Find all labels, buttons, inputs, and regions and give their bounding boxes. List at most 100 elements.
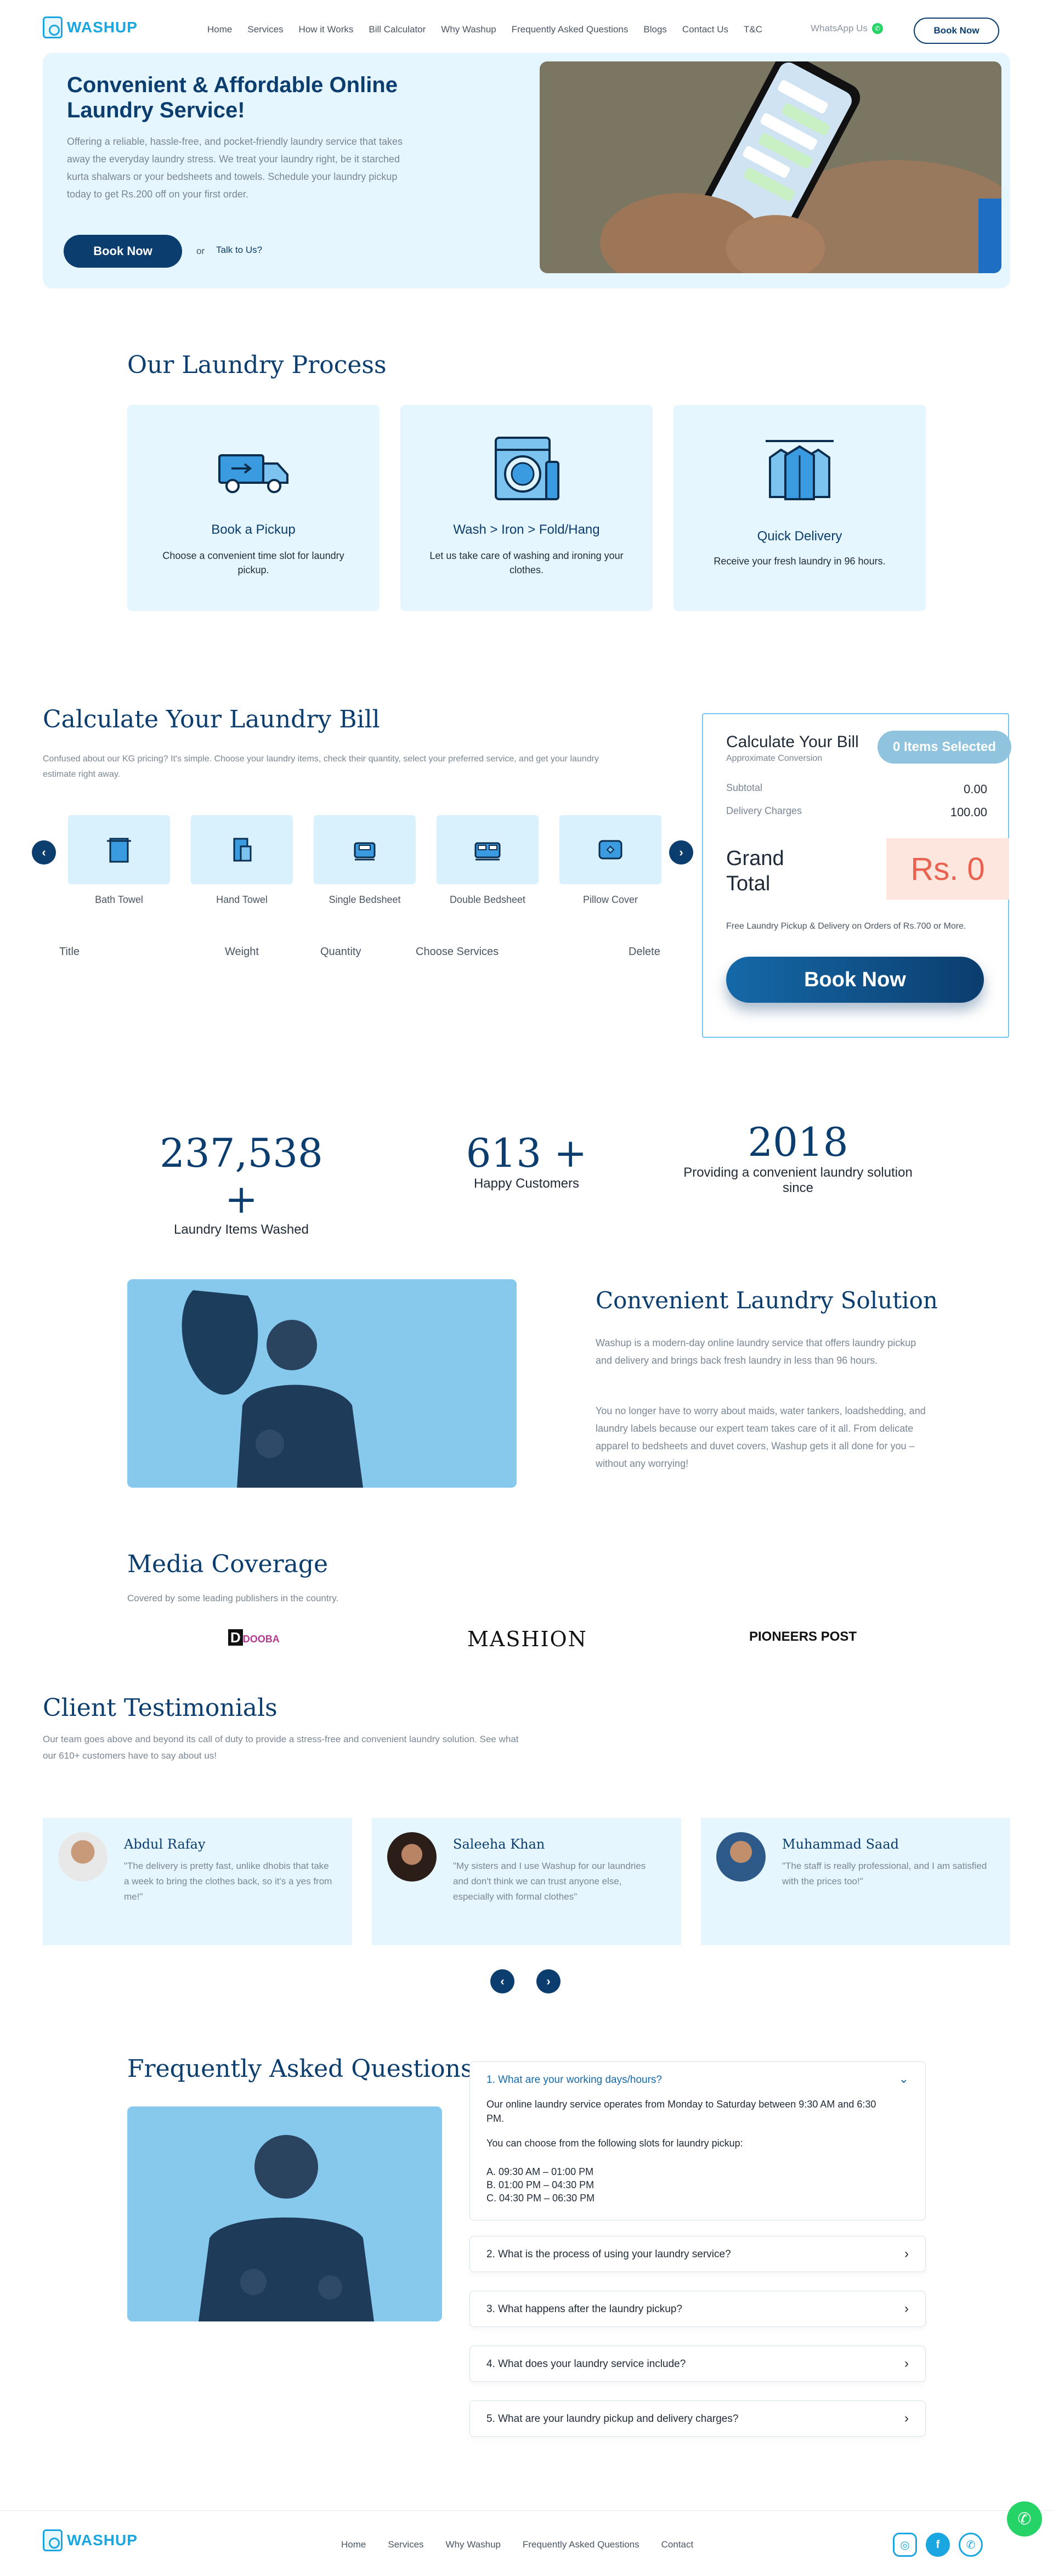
header-book-now-button[interactable]: Book Now <box>914 18 999 44</box>
footer-nav-contact[interactable]: Contact <box>661 2539 694 2550</box>
testimonial-quote: "My sisters and I use Washup for our lau… <box>453 1861 646 1902</box>
footer-logo[interactable]: WASHUP <box>43 2529 138 2551</box>
testimonial-quote: "The staff is really professional, and I… <box>782 1861 987 1886</box>
chevron-right-icon: › <box>904 2356 909 2371</box>
faq-item[interactable]: 5. What are your laundry pickup and deli… <box>469 2400 926 2437</box>
footer-nav-home[interactable]: Home <box>341 2539 366 2550</box>
nav-blogs[interactable]: Blogs <box>643 24 667 35</box>
testimonial-card: Saleeha Khan "My sisters and I use Washu… <box>372 1818 681 1945</box>
nav-home[interactable]: Home <box>207 24 232 35</box>
talk-to-us-link[interactable]: Talk to Us? <box>216 245 262 256</box>
avatar <box>387 1832 437 1882</box>
nav-why-washup[interactable]: Why Washup <box>441 24 496 35</box>
process-card-title: Quick Delivery <box>757 529 842 544</box>
faq-title: Frequently Asked Questions <box>127 2055 473 2083</box>
nav-faq[interactable]: Frequently Asked Questions <box>512 24 629 35</box>
stat-number: 613 + <box>466 1130 587 1176</box>
dooba-logo-text: DOOBA <box>242 1634 280 1645</box>
nav-tnc[interactable]: T&C <box>744 24 762 35</box>
avatar <box>58 1832 107 1882</box>
stat-label: Laundry Items Washed <box>174 1222 309 1237</box>
calc-item-pillow-cover[interactable]: Pillow Cover <box>559 815 661 906</box>
facebook-icon[interactable]: f <box>926 2533 950 2557</box>
faq-question: 5. What are your laundry pickup and deli… <box>486 2413 739 2425</box>
items-prev-button[interactable]: ‹ <box>32 840 56 865</box>
faq-item[interactable]: 4. What does your laundry service includ… <box>469 2346 926 2382</box>
whatsapp-link[interactable]: WhatsApp Us ✆ <box>811 23 883 34</box>
testimonial-quote: "The delivery is pretty fast, unlike dho… <box>124 1861 332 1902</box>
faq-item-open[interactable]: 1. What are your working days/hours? ⌄ O… <box>469 2061 926 2221</box>
process-card-pickup: Book a Pickup Choose a convenient time s… <box>127 405 380 611</box>
nav-services[interactable]: Services <box>247 24 283 35</box>
process-card-delivery: Quick Delivery Receive your fresh laundr… <box>673 405 926 611</box>
chevron-right-icon: › <box>904 2411 909 2426</box>
double-bed-icon <box>474 842 501 861</box>
bill-book-now-button[interactable]: Book Now <box>726 957 984 1003</box>
faq-open-answer-2: You can choose from the following slots … <box>486 2138 743 2149</box>
main-nav: Home Services How it Works Bill Calculat… <box>207 24 762 35</box>
process-card-desc: Choose a convenient time slot for laundr… <box>162 550 344 575</box>
nav-how-it-works[interactable]: How it Works <box>299 24 354 35</box>
calc-item-label: Pillow Cover <box>582 894 638 905</box>
nav-bill-calculator[interactable]: Bill Calculator <box>369 24 426 35</box>
logo-icon <box>43 2529 63 2551</box>
table-header-services: Choose Services <box>416 946 499 958</box>
faq-item[interactable]: 3. What happens after the laundry pickup… <box>469 2291 926 2327</box>
items-selected-badge: 0 Items Selected <box>878 731 1011 764</box>
logo[interactable]: WASHUP <box>43 16 138 38</box>
delivery-row: Delivery Charges 100.00 <box>726 805 987 820</box>
process-card-wash: Wash > Iron > Fold/Hang Let us take care… <box>400 405 653 611</box>
testimonials-next-button[interactable]: › <box>536 1969 561 1993</box>
instagram-icon[interactable]: ◎ <box>893 2533 917 2557</box>
bill-title: Calculate Your Bill <box>726 733 859 751</box>
items-next-button[interactable]: › <box>669 840 693 865</box>
avatar <box>716 1832 766 1882</box>
calc-item-hand-towel[interactable]: Hand Towel <box>191 815 293 906</box>
site-footer: WASHUP Home Services Why Washup Frequent… <box>0 2510 1053 2576</box>
truck-icon <box>215 433 292 505</box>
whatsapp-icon[interactable]: ✆ <box>959 2533 983 2557</box>
logo-icon <box>43 16 63 38</box>
logo-text: WASHUP <box>67 19 138 36</box>
testimonials-subtitle: Our team goes above and beyond its call … <box>43 1734 519 1761</box>
footer-nav-services[interactable]: Services <box>388 2539 423 2550</box>
footer-nav-faq[interactable]: Frequently Asked Questions <box>523 2539 639 2550</box>
pillow-icon <box>598 840 622 860</box>
calc-item-bath-towel[interactable]: Bath Towel <box>68 815 170 906</box>
towel-icon <box>107 838 131 863</box>
process-card-title: Book a Pickup <box>211 522 296 537</box>
footer-nav: Home Services Why Washup Frequently Aske… <box>341 2539 693 2550</box>
subtotal-value: 0.00 <box>964 782 987 796</box>
faq-item[interactable]: 2. What is the process of using your lau… <box>469 2236 926 2272</box>
hero-title: Convenient & Affordable Online Laundry S… <box>67 73 398 122</box>
process-card-desc: Let us take care of washing and ironing … <box>429 550 624 575</box>
stat-since: 2018 Providing a convenient laundry solu… <box>669 1119 927 1196</box>
whatsapp-icon: ✆ <box>871 23 883 34</box>
calc-item-label: Single Bedsheet <box>329 894 401 905</box>
whatsapp-float-button[interactable]: ✆ <box>1007 2501 1042 2537</box>
testimonials-prev-button[interactable]: ‹ <box>490 1969 514 1993</box>
hero-book-now-button[interactable]: Book Now <box>64 235 182 268</box>
bill-subtitle: Approximate Conversion <box>726 754 823 763</box>
shirts-hanger-icon <box>761 433 838 505</box>
nav-contact[interactable]: Contact Us <box>682 24 728 35</box>
calc-item-double-bedsheet[interactable]: Double Bedsheet <box>437 815 539 906</box>
hero-phone-image <box>540 61 1001 273</box>
faq-slot: A. 09:30 AM – 01:00 PM <box>486 2166 594 2177</box>
hero-description: Offering a reliable, hassle-free, and po… <box>67 136 403 200</box>
media-subtitle: Covered by some leading publishers in th… <box>127 1593 339 1603</box>
calculator-description: Confused about our KG pricing? It's simp… <box>43 754 599 779</box>
hero-section: Convenient & Affordable Online Laundry S… <box>43 53 1010 289</box>
calc-item-single-bedsheet[interactable]: Single Bedsheet <box>314 815 416 906</box>
chevron-down-icon: ⌄ <box>898 2072 909 2086</box>
footer-nav-why-washup[interactable]: Why Washup <box>446 2539 501 2550</box>
mashion-logo: MASHION <box>467 1627 587 1651</box>
bill-summary-card: Calculate Your Bill Approximate Conversi… <box>702 713 1011 1038</box>
dooba-logo-mark: D <box>228 1629 243 1646</box>
table-header-quantity: Quantity <box>320 946 361 958</box>
calc-item-label: Double Bedsheet <box>449 894 526 905</box>
faq-slot: C. 04:30 PM – 06:30 PM <box>486 2193 595 2204</box>
stat-items-washed: 237,538 + Laundry Items Washed <box>159 1130 324 1238</box>
site-header: WASHUP Home Services How it Works Bill C… <box>0 0 1053 60</box>
logo-text: WASHUP <box>67 2532 138 2549</box>
